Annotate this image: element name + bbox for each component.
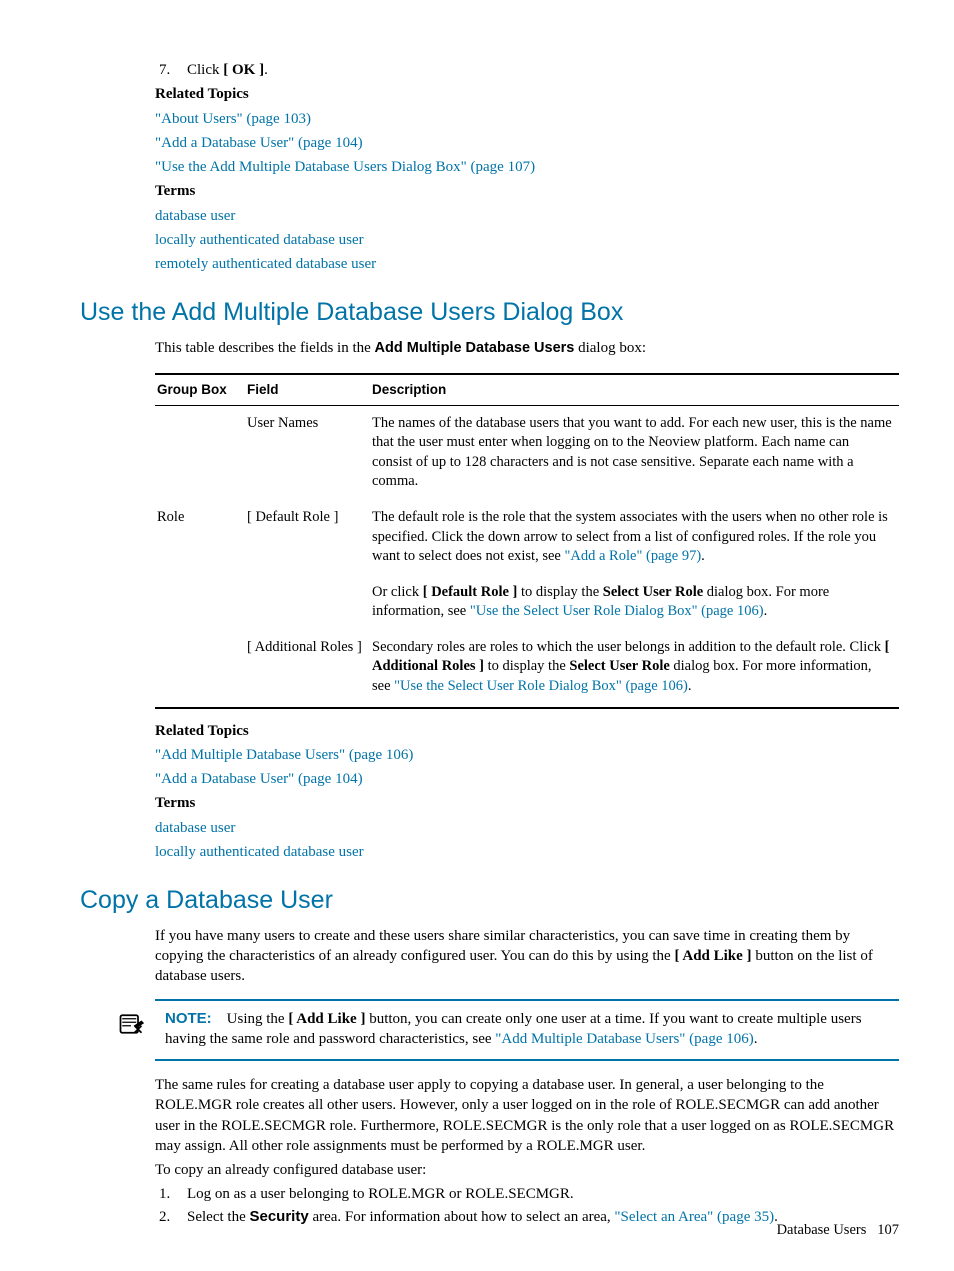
term-link[interactable]: database user [155, 206, 899, 226]
cross-ref-link[interactable]: "Use the Select User Role Dialog Box" (p… [394, 678, 688, 694]
cross-ref-link[interactable]: "About Users" (page 103) [155, 109, 899, 129]
step7-text: Click [ OK ]. [187, 60, 899, 80]
ol-item-7: 7. Click [ OK ]. [155, 60, 899, 80]
cross-ref-link[interactable]: "Add a Database User" (page 104) [155, 133, 899, 153]
terms-list: database user locally authenticated datab… [155, 206, 899, 275]
cross-ref-link[interactable]: "Use the Select User Role Dialog Box" (p… [470, 603, 764, 619]
related-links-list-2: "Add Multiple Database Users" (page 106)… [155, 745, 899, 790]
terms-block-2: Terms database user locally authenticated… [155, 793, 899, 862]
note-icon [117, 1010, 145, 1044]
cross-ref-link[interactable]: "Add Multiple Database Users" (page 106) [495, 1031, 753, 1047]
section-heading-copy-user: Copy a Database User [80, 884, 899, 918]
footer-page-num: 107 [877, 1222, 899, 1238]
note-body: NOTE: Using the [ Add Like ] button, you… [165, 1009, 899, 1050]
term-link[interactable]: locally authenticated database user [155, 230, 899, 250]
term-link[interactable]: database user [155, 818, 899, 838]
section2-intro: If you have many users to create and the… [155, 926, 899, 987]
cross-ref-link[interactable]: "Add Multiple Database Users" (page 106) [155, 745, 899, 765]
cross-ref-link[interactable]: "Select an Area" (page 35) [614, 1209, 774, 1225]
related-topics-heading: Related Topics [155, 84, 899, 104]
related-topics-block-2: Related Topics "Add Multiple Database Us… [155, 721, 899, 790]
table-row: User NamesThe names of the database user… [155, 405, 899, 500]
cross-ref-link[interactable]: "Add a Database User" (page 104) [155, 769, 899, 789]
section2-rules: The same rules for creating a database u… [155, 1075, 899, 1156]
page-footer: Database Users 107 [777, 1221, 899, 1241]
th-group-box: Group Box [155, 374, 245, 406]
section1-intro: This table describes the fields in the A… [155, 338, 899, 359]
ordered-steps: 1.Log on as a user belonging to ROLE.MGR… [155, 1184, 899, 1227]
terms-heading: Terms [155, 181, 899, 201]
term-link[interactable]: locally authenticated database user [155, 842, 899, 862]
terms-block: Terms database user locally authenticated… [155, 181, 899, 274]
fields-table: Group Box Field Description User NamesTh… [155, 373, 899, 709]
cross-ref-link[interactable]: "Use the Add Multiple Database Users Dia… [155, 157, 899, 177]
related-topics-heading-2: Related Topics [155, 721, 899, 741]
terms-heading-2: Terms [155, 793, 899, 813]
section-heading-add-multiple: Use the Add Multiple Database Users Dial… [80, 296, 899, 330]
cross-ref-link[interactable]: "Add a Role" (page 97) [564, 548, 701, 564]
note-box: NOTE: Using the [ Add Like ] button, you… [155, 999, 899, 1062]
footer-section: Database Users [777, 1222, 867, 1238]
note-label: NOTE: [165, 1010, 212, 1027]
th-field: Field [245, 374, 370, 406]
table-row: Role[ Default Role ]The default role is … [155, 500, 899, 575]
list-item: 1.Log on as a user belonging to ROLE.MGR… [155, 1184, 899, 1204]
th-description: Description [370, 374, 899, 406]
list-num: 7. [155, 60, 187, 80]
related-topics-block: Related Topics "About Users" (page 103)"… [155, 84, 899, 177]
table-row: [ Additional Roles ]Secondary roles are … [155, 630, 899, 708]
terms-list-2: database user locally authenticated datab… [155, 818, 899, 863]
table-row: Or click [ Default Role ] to display the… [155, 575, 899, 630]
related-links-list: "About Users" (page 103) "Add a Database … [155, 109, 899, 178]
term-link[interactable]: remotely authenticated database user [155, 254, 899, 274]
section2-copy-intro: To copy an already configured database u… [155, 1160, 899, 1180]
